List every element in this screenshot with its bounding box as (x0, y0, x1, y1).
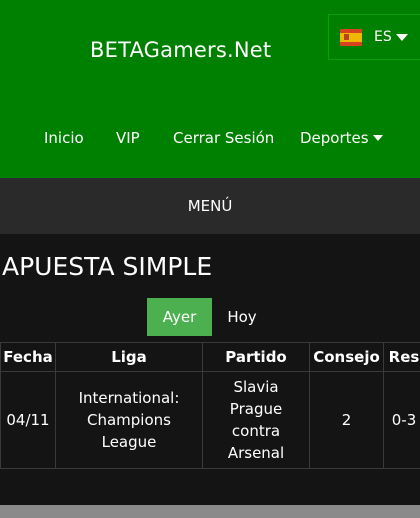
nav-item-cerrar-sesion[interactable]: Cerrar Sesión (173, 129, 274, 147)
nav-item-deportes-label: Deportes (300, 129, 369, 147)
tab-hoy[interactable]: Hoy (214, 298, 270, 336)
bets-table: Fecha Liga Partido Consejo Res 04/11 Int… (0, 342, 420, 469)
language-selector[interactable]: ES (328, 14, 420, 60)
table-header-row: Fecha Liga Partido Consejo Res (0, 342, 420, 372)
caret-down-icon (395, 33, 408, 41)
table-row: 04/11 International: Champions League Sl… (0, 371, 420, 469)
column-header-res: Res (383, 342, 420, 372)
language-code: ES (374, 29, 392, 45)
cell-fecha: 04/11 (0, 371, 56, 469)
menu-label: MENÚ (187, 197, 233, 215)
horizontal-scrollbar[interactable] (0, 505, 420, 518)
page-title: APUESTA SIMPLE (2, 252, 213, 281)
nav-item-inicio[interactable]: Inicio (44, 129, 84, 147)
column-header-partido: Partido (202, 342, 310, 372)
day-tabs: Ayer Hoy (0, 298, 420, 336)
spain-flag-icon (340, 28, 362, 46)
column-header-liga: Liga (55, 342, 203, 372)
column-header-consejo: Consejo (309, 342, 384, 372)
tab-hoy-label: Hoy (227, 308, 257, 326)
cell-consejo: 2 (309, 371, 384, 469)
tab-ayer-label: Ayer (162, 308, 197, 326)
cell-partido: Slavia Prague contra Arsenal (202, 371, 310, 469)
site-header: BETAGamers.Net ES Inicio VIP Cerrar Sesi… (0, 0, 420, 178)
site-title[interactable]: BETAGamers.Net (90, 38, 271, 62)
cell-liga: International: Champions League (55, 371, 203, 469)
nav-item-vip[interactable]: VIP (116, 129, 140, 147)
bets-table-container: Fecha Liga Partido Consejo Res 04/11 Int… (0, 342, 420, 469)
cell-res: 0-3 (383, 371, 420, 469)
main-nav: Inicio VIP Cerrar Sesión Deportes (0, 129, 420, 149)
nav-item-deportes[interactable]: Deportes (300, 129, 383, 147)
tab-ayer[interactable]: Ayer (147, 298, 212, 336)
menu-toggle[interactable]: MENÚ (0, 178, 420, 234)
column-header-fecha: Fecha (0, 342, 56, 372)
caret-down-icon (372, 135, 383, 141)
